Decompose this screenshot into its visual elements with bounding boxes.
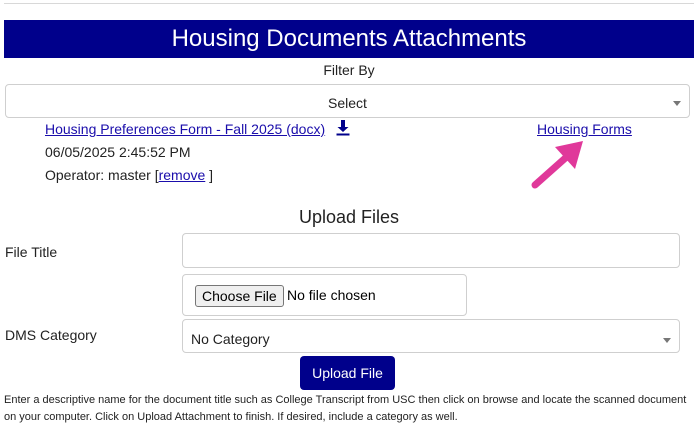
operator-prefix: Operator: master [ [45,167,159,183]
dms-category-value: No Category [191,331,270,347]
chevron-down-icon [663,338,671,343]
upload-heading: Upload Files [298,207,400,227]
annotation-arrow-icon [531,141,583,189]
operator-suffix: ] [205,167,214,183]
attachment-timestamp: 06/05/2025 2:45:52 PM [45,144,191,160]
file-title-label: File Title [5,244,58,260]
filter-select[interactable]: Select [5,84,690,118]
no-file-text: No file chosen [287,287,376,303]
file-title-input[interactable] [182,233,680,268]
dms-category-label: DMS Category [5,327,97,343]
choose-file-button[interactable]: Choose File [195,285,284,307]
remove-link[interactable]: remove [159,167,206,183]
chevron-down-icon [673,101,681,106]
filter-label: Filter By [323,62,375,78]
filter-selected-value: Select [328,95,367,111]
file-picker: Choose File No file chosen [182,274,467,316]
attachment-link[interactable]: Housing Preferences Form - Fall 2025 (do… [45,121,325,137]
download-icon[interactable] [336,120,350,136]
upload-help-text: Enter a descriptive name for the documen… [4,394,687,423]
page-title: Housing Documents Attachments [4,20,694,58]
dms-category-select[interactable]: No Category [182,319,680,353]
top-divider [4,3,694,4]
attachment-operator: Operator: master [remove ] [45,167,213,183]
upload-file-button[interactable]: Upload File [300,356,395,390]
